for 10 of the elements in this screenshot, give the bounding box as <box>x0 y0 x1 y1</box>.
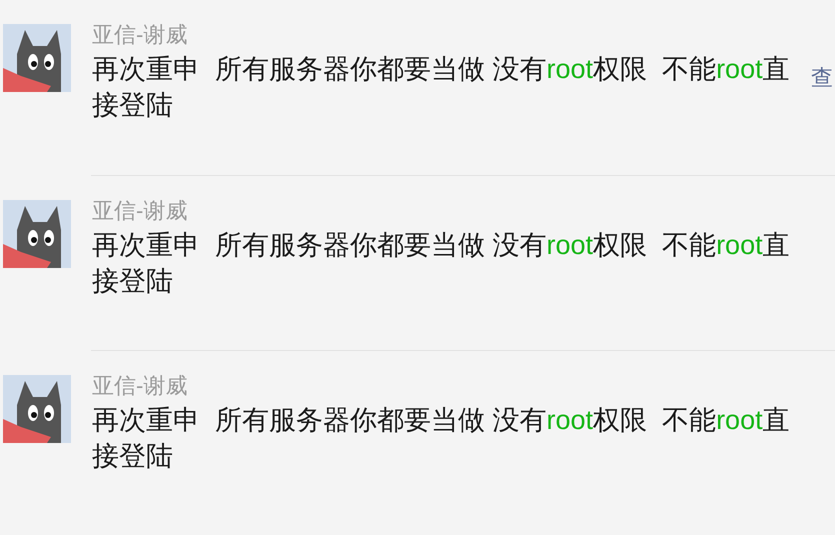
sender-name: 亚信-谢威 <box>92 372 188 400</box>
cat-avatar-icon <box>3 24 71 92</box>
cat-avatar-icon <box>3 375 71 443</box>
message-text: 再次重申 所有服务器你都要当做 没有root权限 不能root直接登陆 <box>92 229 791 298</box>
view-link[interactable]: 查 <box>811 63 833 93</box>
message-text: 再次重申 所有服务器你都要当做 没有root权限 不能root直接登陆 <box>92 404 791 473</box>
cat-avatar-icon <box>3 200 71 268</box>
message-text: 再次重申 所有服务器你都要当做 没有root权限 不能root直接登陆 <box>92 53 791 122</box>
sender-name: 亚信-谢威 <box>92 197 188 225</box>
sender-name: 亚信-谢威 <box>92 21 188 49</box>
